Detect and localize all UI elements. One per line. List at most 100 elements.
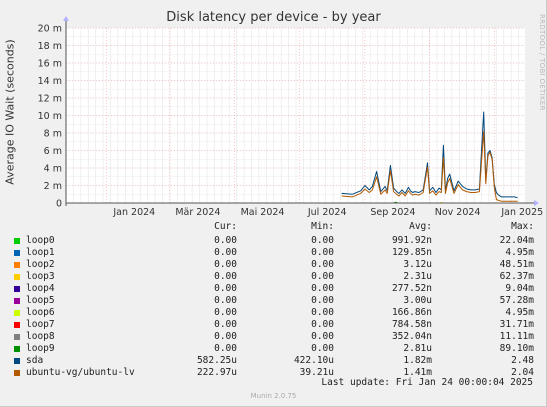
legend-max-value: 11.11m <box>499 331 534 342</box>
legend-cur-value: 0.00 <box>214 307 237 318</box>
legend-row: loop8 0.00 0.00 352.04n 11.11m <box>0 331 547 343</box>
legend-device-name: sda <box>26 355 44 366</box>
legend-max-value: 57.28m <box>499 295 534 306</box>
legend-cur-value: 582.25u <box>196 355 237 366</box>
legend-min-value: 0.00 <box>311 235 334 246</box>
legend-min-value: 0.00 <box>311 259 334 270</box>
y-tick-label: 4 m <box>44 164 62 175</box>
legend-header-row: Cur: Min: Avg: Max: <box>0 221 547 233</box>
legend-avg-value: 2.81u <box>403 343 432 354</box>
legend-device-name: ubuntu-vg/ubuntu-lv <box>26 367 135 378</box>
header-avg: Avg: <box>409 221 432 232</box>
legend-max-value: 4.95m <box>505 307 534 318</box>
legend-min-value: 0.00 <box>311 271 334 282</box>
x-tick-label: Jan 2025 <box>500 207 543 218</box>
legend-cur-value: 0.00 <box>214 235 237 246</box>
legend-device-name: loop9 <box>26 343 55 354</box>
legend-cur-value: 0.00 <box>214 283 237 294</box>
legend-row: loop4 0.00 0.00 277.52n 9.04m <box>0 283 547 295</box>
legend-swatch <box>14 310 20 316</box>
grid <box>65 27 525 204</box>
x-tick-label: Sep 2024 <box>370 207 415 218</box>
x-tick-label: Jan 2024 <box>112 207 155 218</box>
x-tick-label: Nov 2024 <box>435 207 481 218</box>
legend-swatch <box>14 346 20 352</box>
legend-avg-value: 784.58n <box>391 319 432 330</box>
legend-swatch <box>14 370 20 376</box>
y-tick-label: 10 m <box>38 111 62 122</box>
legend-avg-value: 3.12u <box>403 259 432 270</box>
legend-avg-value: 991.92n <box>391 235 432 246</box>
legend-device-name: loop8 <box>26 331 55 342</box>
legend-max-value: 4.95m <box>505 247 534 258</box>
legend-row: loop1 0.00 0.00 129.85n 4.95m <box>0 247 547 259</box>
legend-cur-value: 0.00 <box>214 259 237 270</box>
y-tick-label: 12 m <box>38 94 62 105</box>
latency-chart: 0 2 m 4 m 6 m 8 m 10 m 12 m 14 m 16 m 18 m 20 m Jan… <box>38 16 543 218</box>
legend-swatch <box>14 298 20 304</box>
legend-max-value: 22.04m <box>499 235 534 246</box>
legend-max-value: 9.04m <box>505 283 534 294</box>
y-axis-arrow <box>63 16 69 21</box>
legend-swatch <box>14 322 20 328</box>
legend-row: loop2 0.00 0.00 3.12u 48.51m <box>0 259 547 271</box>
legend-avg-value: 2.31u <box>403 271 432 282</box>
legend-device-name: loop7 <box>26 319 55 330</box>
legend-device-name: loop2 <box>26 259 55 270</box>
legend-row: loop6 0.00 0.00 166.86n 4.95m <box>0 307 547 319</box>
legend-row: loop3 0.00 0.00 2.31u 62.37m <box>0 271 547 283</box>
y-tick-label: 16 m <box>38 59 62 70</box>
legend-min-value: 0.00 <box>311 343 334 354</box>
x-axis-arrow <box>534 200 539 206</box>
legend-cur-value: 0.00 <box>214 331 237 342</box>
header-min: Min: <box>311 221 334 232</box>
legend-row: loop9 0.00 0.00 2.81u 89.10m <box>0 343 547 355</box>
legend-min-value: 0.00 <box>311 247 334 258</box>
legend-swatch <box>14 274 20 280</box>
legend-row: loop7 0.00 0.00 784.58n 31.71m <box>0 319 547 331</box>
legend-swatch <box>14 334 20 340</box>
legend-device-name: loop6 <box>26 307 55 318</box>
legend-cur-value: 0.00 <box>214 271 237 282</box>
legend-max-value: 48.51m <box>499 259 534 270</box>
legend-swatch <box>14 250 20 256</box>
header-max: Max: <box>511 221 534 232</box>
legend-min-value: 0.00 <box>311 319 334 330</box>
y-tick-label: 0 <box>56 199 62 210</box>
y-tick-label: 6 m <box>44 146 62 157</box>
legend-avg-value: 3.00u <box>403 295 432 306</box>
legend-min-value: 0.00 <box>311 295 334 306</box>
header-cur: Cur: <box>214 221 237 232</box>
legend-avg-value: 129.85n <box>391 247 432 258</box>
legend-device-name: loop3 <box>26 271 55 282</box>
legend-row: sda 582.25u 422.10u 1.82m 2.48 <box>0 355 547 367</box>
legend-min-value: 422.10u <box>293 355 334 366</box>
legend-device-name: loop1 <box>26 247 55 258</box>
last-update: Last update: Fri Jan 24 00:00:04 2025 <box>321 377 533 388</box>
legend-avg-value: 277.52n <box>391 283 432 294</box>
x-tick-label: Mär 2024 <box>175 207 220 218</box>
y-tick-label: 14 m <box>38 76 62 87</box>
y-tick-label: 2 m <box>44 181 62 192</box>
legend-swatch <box>14 286 20 292</box>
legend-avg-value: 166.86n <box>391 307 432 318</box>
x-tick-label: Mai 2024 <box>241 207 285 218</box>
legend-avg-value: 352.04n <box>391 331 432 342</box>
legend-avg-value: 1.82m <box>403 355 432 366</box>
legend-swatch <box>14 238 20 244</box>
legend-max-value: 62.37m <box>499 271 534 282</box>
y-tick-label: 8 m <box>44 129 62 140</box>
legend-min-value: 0.00 <box>311 307 334 318</box>
legend-cur-value: 0.00 <box>214 247 237 258</box>
legend-swatch <box>14 358 20 364</box>
legend-max-value: 89.10m <box>499 343 534 354</box>
legend-device-name: loop4 <box>26 283 55 294</box>
y-tick-label: 20 m <box>38 24 62 35</box>
legend-cur-value: 0.00 <box>214 319 237 330</box>
legend-row: loop5 0.00 0.00 3.00u 57.28m <box>0 295 547 307</box>
x-tick-label: Jul 2024 <box>307 207 347 218</box>
legend-swatch <box>14 262 20 268</box>
legend-max-value: 31.71m <box>499 319 534 330</box>
legend-cur-value: 222.97u <box>196 367 237 378</box>
y-tick-label: 18 m <box>38 41 62 52</box>
